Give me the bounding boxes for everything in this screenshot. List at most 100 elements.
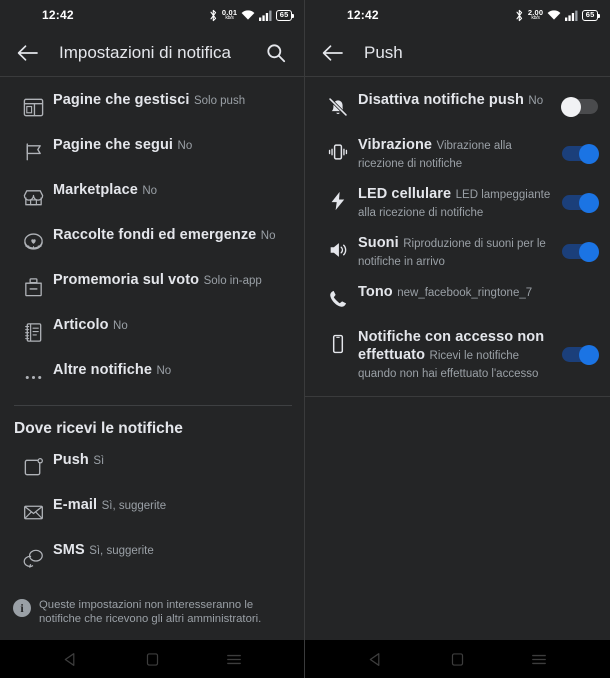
list-item-title: E-mail xyxy=(53,497,98,513)
list-item-subtitle: No xyxy=(528,95,544,107)
ballot-box-icon xyxy=(13,270,53,302)
fundraiser-heart-coin-icon xyxy=(13,225,53,257)
list-item[interactable]: Articolo No xyxy=(0,309,304,354)
list-item[interactable]: Pagine che segui No xyxy=(0,129,304,174)
bell-slash-icon xyxy=(318,90,358,122)
list-item[interactable]: Notifiche con accesso non effettuato Ric… xyxy=(305,321,610,388)
list-item[interactable]: Promemoria sul voto Solo in-app xyxy=(0,264,304,309)
list-item-title: Push xyxy=(53,452,89,468)
list-item-title: Tono xyxy=(358,284,393,300)
list-item[interactable]: Altre notifiche No xyxy=(0,354,304,399)
list-item-title: Pagine che segui xyxy=(53,137,174,153)
list-item[interactable]: Suoni Riproduzione di suoni per le notif… xyxy=(305,227,610,276)
wifi-icon xyxy=(547,9,561,20)
pages-manage-icon xyxy=(13,90,53,122)
article-notebook-icon xyxy=(13,315,53,347)
list-item-subtitle: Solo in-app xyxy=(203,275,262,287)
network-speed-icon: 2.00 kb/s xyxy=(527,7,544,22)
list-item[interactable]: Marketplace No xyxy=(0,174,304,219)
toggle-vibrazione[interactable] xyxy=(562,143,599,164)
status-icons: 0.01 kb/s 65 xyxy=(209,7,294,22)
list-item[interactable]: Disattiva notifiche push No xyxy=(305,84,610,129)
list-item-subtitle: Sì xyxy=(93,455,105,467)
marketplace-store-icon xyxy=(13,180,53,212)
list-item[interactable]: Vibrazione Vibrazione alla ricezione di … xyxy=(305,129,610,178)
battery-icon: 65 xyxy=(582,9,600,21)
list-item-subtitle: No xyxy=(142,185,158,197)
list-item-title: Vibrazione xyxy=(358,137,433,153)
list-item-title: Pagine che gestisci xyxy=(53,92,190,108)
nav-recents-icon[interactable] xyxy=(217,645,251,673)
battery-icon: 65 xyxy=(276,9,294,21)
list-item-subtitle: No xyxy=(177,140,193,152)
chat-bubbles-icon xyxy=(13,540,53,572)
push-settings-list: Disattiva notifiche push No Vibrazione V… xyxy=(305,77,610,397)
list-item-title: SMS xyxy=(53,542,85,558)
left-phone-screen: 12:42 0.01 kb/s 65 Impostazioni di notif… xyxy=(0,0,305,678)
list-item[interactable]: Raccolte fondi ed emergenze No xyxy=(0,219,304,264)
list-item-title: Articolo xyxy=(53,317,109,333)
list-item-subtitle: No xyxy=(260,230,276,242)
mobile-phone-icon xyxy=(318,327,358,359)
list-item[interactable]: Tono new_facebook_ringtone_7 xyxy=(305,276,610,321)
status-clock: 12:42 xyxy=(42,8,74,22)
search-icon[interactable] xyxy=(262,39,290,67)
app-bar-left: Impostazioni di notifica xyxy=(0,30,304,77)
android-nav-bar-left xyxy=(0,640,304,678)
nav-home-icon[interactable] xyxy=(135,645,169,673)
back-arrow-icon[interactable] xyxy=(318,39,346,67)
list-item[interactable]: E-mail Sì, suggerite xyxy=(0,489,304,534)
footer-note-text: Queste impostazioni non interesseranno l… xyxy=(39,599,262,625)
list-item-subtitle: Solo push xyxy=(193,95,246,107)
speaker-icon xyxy=(318,233,358,265)
lightning-bolt-icon xyxy=(318,184,358,216)
list-item-title: Marketplace xyxy=(53,182,138,198)
status-bar-left: 12:42 0.01 kb/s 65 xyxy=(0,0,304,30)
section-heading: Dove ricevi le notifiche xyxy=(14,420,183,437)
toggle-led-cellulare[interactable] xyxy=(562,192,599,213)
push-notification-icon xyxy=(13,450,53,482)
list-item[interactable]: SMS Sì, suggerite xyxy=(0,534,304,579)
cellular-signal-icon xyxy=(259,10,272,21)
envelope-icon xyxy=(13,495,53,527)
notification-settings-list: Pagine che gestisci Solo push Pagine che… xyxy=(0,77,304,579)
network-speed-icon: 0.01 kb/s xyxy=(221,7,238,22)
info-icon: i xyxy=(13,599,31,617)
list-item[interactable]: Push Sì xyxy=(0,444,304,489)
flag-icon xyxy=(13,135,53,167)
list-item-subtitle: Sì, suggerite xyxy=(89,545,154,557)
toggle-disattiva-notifiche-push[interactable] xyxy=(561,96,598,117)
cellular-signal-icon xyxy=(565,10,578,21)
list-item-title: Disattiva notifiche push xyxy=(358,92,524,108)
right-phone-screen: 12:42 2.00 kb/s 65 Push Disattiva notifi… xyxy=(305,0,610,678)
toggle-suoni[interactable] xyxy=(562,241,599,262)
dual-screenshot-composite: 12:42 0.01 kb/s 65 Impostazioni di notif… xyxy=(0,0,610,678)
ellipsis-icon xyxy=(13,360,53,392)
nav-recents-icon[interactable] xyxy=(522,645,556,673)
list-item-title: Altre notifiche xyxy=(53,362,152,378)
list-item[interactable]: Pagine che gestisci Solo push xyxy=(0,84,304,129)
back-arrow-icon[interactable] xyxy=(13,39,41,67)
app-bar-right: Push xyxy=(305,30,610,77)
nav-home-icon[interactable] xyxy=(440,645,474,673)
footer-note: i Queste impostazioni non interesseranno… xyxy=(0,588,304,640)
nav-back-icon[interactable] xyxy=(54,645,88,673)
list-item-subtitle: Sì, suggerite xyxy=(101,500,167,512)
status-bar-right: 12:42 2.00 kb/s 65 xyxy=(305,0,610,30)
vibration-icon xyxy=(318,135,358,167)
list-item[interactable]: LED cellulare LED lampeggiante alla rice… xyxy=(305,178,610,227)
list-item-subtitle: No xyxy=(156,365,172,377)
toggle-notifiche-accesso-non-effettuato[interactable] xyxy=(562,344,599,365)
list-item-title: LED cellulare xyxy=(358,186,452,202)
nav-back-icon[interactable] xyxy=(359,645,393,673)
wifi-icon xyxy=(241,9,255,20)
bluetooth-icon xyxy=(210,9,216,21)
page-title: Impostazioni di notifica xyxy=(59,43,231,62)
status-clock: 12:42 xyxy=(347,8,379,22)
bluetooth-icon xyxy=(516,9,522,21)
status-icons: 2.00 kb/s 65 xyxy=(515,7,600,22)
phone-handset-icon xyxy=(318,282,358,314)
list-item-subtitle: new_facebook_ringtone_7 xyxy=(397,287,533,299)
list-item-subtitle: No xyxy=(113,320,128,332)
android-nav-bar-right xyxy=(305,640,610,678)
